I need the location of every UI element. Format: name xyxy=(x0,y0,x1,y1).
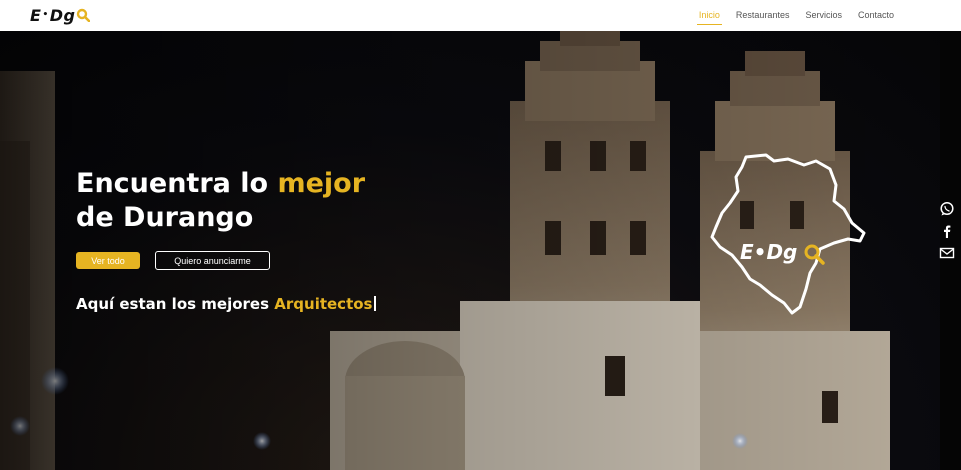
hero-title-accent: mejor xyxy=(277,168,366,199)
logo-text-e: E xyxy=(30,5,42,25)
typing-prefix: Aquí estan los mejores xyxy=(76,295,275,313)
brand-logo[interactable]: E • Dg xyxy=(30,4,91,26)
typing-cursor xyxy=(374,296,377,311)
advertise-button[interactable]: Quiero anunciarme xyxy=(155,251,270,270)
logo-text-dg: Dg xyxy=(49,5,76,25)
map-logo-text: E•Dg xyxy=(740,240,797,264)
nav-link-inicio[interactable]: Inicio xyxy=(691,0,728,31)
top-navbar: E • Dg Inicio Restaurantes Servicios Con… xyxy=(0,0,961,31)
typing-text: Aquí estan los mejores Arquitectos xyxy=(76,295,377,313)
typing-keyword: Arquitectos xyxy=(274,295,373,313)
see-all-button[interactable]: Ver todo xyxy=(76,252,140,269)
hero-title-part1: Encuentra lo xyxy=(76,168,278,199)
nav-link-contacto[interactable]: Contacto xyxy=(850,0,902,31)
nav-link-servicios[interactable]: Servicios xyxy=(797,0,850,31)
whatsapp-icon[interactable] xyxy=(939,201,955,217)
email-icon[interactable] xyxy=(939,245,955,261)
hero-section: Encuentra lo mejor de Durango Ver todo Q… xyxy=(0,31,961,470)
hero-title-part2: de Durango xyxy=(76,202,254,233)
hero-title: Encuentra lo mejor de Durango xyxy=(76,167,396,235)
logo-separator: • xyxy=(42,10,49,20)
durango-map-logo-icon: E•Dg xyxy=(710,153,866,315)
facebook-icon[interactable] xyxy=(939,223,955,239)
social-sidebar xyxy=(933,201,961,261)
nav-link-restaurantes[interactable]: Restaurantes xyxy=(728,0,798,31)
magnifier-logo-icon xyxy=(77,8,91,22)
nav-menu: Inicio Restaurantes Servicios Contacto xyxy=(691,0,902,31)
